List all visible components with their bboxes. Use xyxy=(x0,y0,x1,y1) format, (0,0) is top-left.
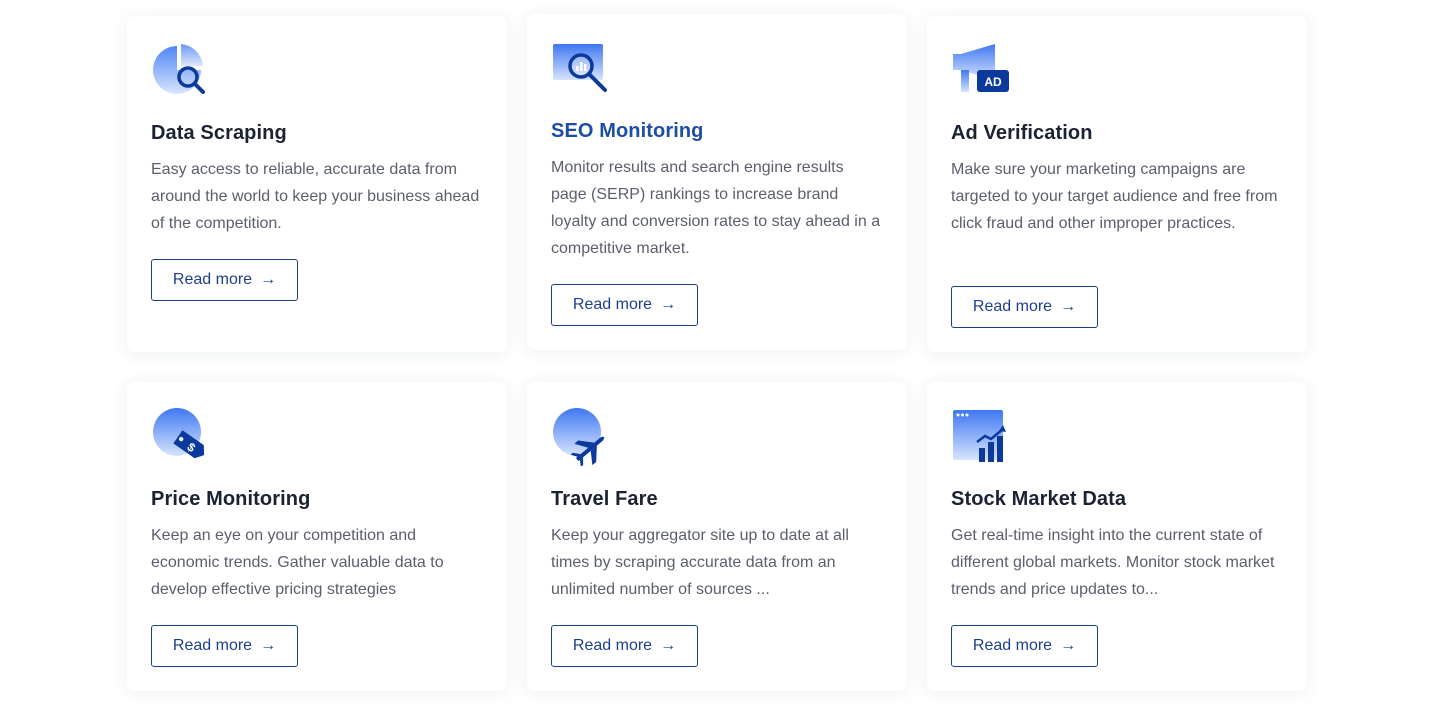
price-tag-icon: $ xyxy=(151,406,211,466)
card-title: Price Monitoring xyxy=(151,488,311,510)
card-title: Ad Verification xyxy=(951,122,1093,144)
card-description: Keep an eye on your competition and econ… xyxy=(151,527,444,598)
read-more-button[interactable]: Read more → xyxy=(951,286,1098,328)
arrow-right-icon: → xyxy=(260,271,277,288)
arrow-right-icon: → xyxy=(260,637,277,654)
read-more-button[interactable]: Read more → xyxy=(951,625,1098,667)
service-card-price-monitoring: $ Price Monitoring Keep an eye on your c… xyxy=(127,382,507,691)
arrow-right-icon: → xyxy=(660,637,677,654)
ad-badge-text: AD xyxy=(984,75,1002,89)
button-label: Read more xyxy=(172,271,253,288)
read-more-button[interactable]: Read more → xyxy=(551,625,698,667)
service-card-ad-verification: AD Ad Verification Make sure your market… xyxy=(927,16,1307,352)
card-description: Get real-time insight into the current s… xyxy=(951,527,1275,598)
arrow-right-icon: → xyxy=(660,296,677,313)
card-description: Make sure your marketing campaigns are t… xyxy=(951,161,1278,232)
seo-monitoring-icon xyxy=(551,40,611,100)
arrow-right-icon: → xyxy=(1060,298,1077,315)
button-label: Read more xyxy=(172,637,253,654)
card-title[interactable]: SEO Monitoring xyxy=(551,120,704,143)
card-description: Monitor results and search engine result… xyxy=(551,159,881,257)
card-description: Easy access to reliable, accurate data f… xyxy=(151,161,480,232)
read-more-button[interactable]: Read more → xyxy=(151,625,298,667)
card-title: Data Scraping xyxy=(151,122,287,144)
service-card-data-scraping: Data Scraping Easy access to reliable, a… xyxy=(127,16,507,352)
card-title: Stock Market Data xyxy=(951,488,1127,510)
button-label: Read more xyxy=(572,296,653,313)
card-description: Keep your aggregator site up to date at … xyxy=(551,527,849,598)
service-card-travel-fare: Travel Fare Keep your aggregator site up… xyxy=(527,382,907,691)
arrow-right-icon: → xyxy=(1060,637,1077,654)
ad-verification-icon: AD xyxy=(951,42,1011,102)
stock-chart-icon xyxy=(951,408,1011,468)
service-card-seo-monitoring: SEO Monitoring Monitor results and searc… xyxy=(527,14,907,350)
card-title: Travel Fare xyxy=(551,488,658,510)
service-card-stock-market-data: Stock Market Data Get real-time insight … xyxy=(927,382,1307,691)
airplane-icon xyxy=(551,406,611,466)
read-more-button[interactable]: Read more → xyxy=(151,259,298,301)
button-label: Read more xyxy=(972,637,1053,654)
button-label: Read more xyxy=(572,637,653,654)
button-label: Read more xyxy=(972,298,1053,315)
read-more-button[interactable]: Read more → xyxy=(551,284,698,326)
data-scraping-icon xyxy=(151,40,211,100)
